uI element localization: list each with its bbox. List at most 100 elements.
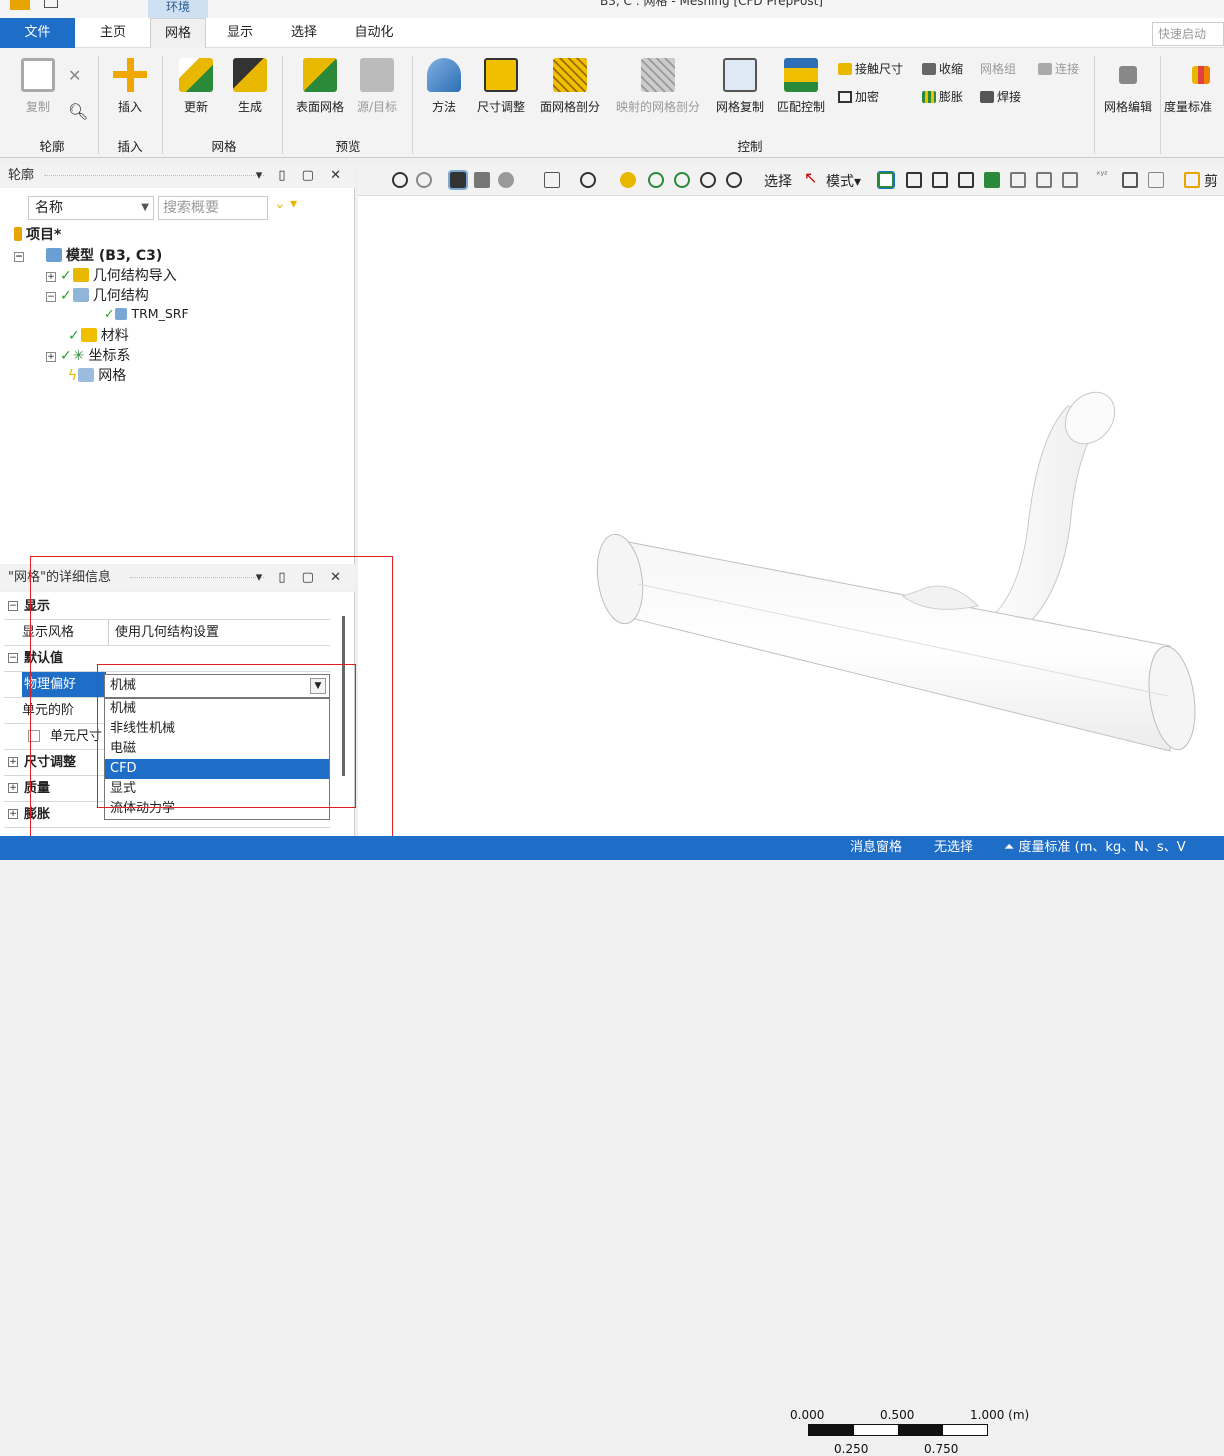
messages-pane-link[interactable]: 消息窗格	[850, 836, 902, 860]
match-control-icon	[784, 58, 818, 92]
update-button[interactable]: 更新	[174, 58, 218, 115]
units-status[interactable]: ⏶ 度量标准 (m、kg、N、s、V	[1004, 836, 1186, 860]
context-tab[interactable]: 环境	[148, 0, 208, 18]
group-label-insert: 插入	[117, 139, 143, 154]
tree-item-mesh[interactable]: ϟ 网格	[68, 365, 126, 385]
tab-display[interactable]: 显示	[214, 18, 266, 48]
tab-mesh[interactable]: 网格	[150, 18, 206, 49]
tree-item-project[interactable]: 项目*	[14, 224, 61, 244]
tab-automation[interactable]: 自动化	[342, 18, 406, 48]
fit-box-icon[interactable]	[544, 172, 560, 188]
model-geometry[interactable]	[358, 196, 1224, 836]
zoom-fit-icon[interactable]	[674, 172, 690, 188]
select-mesh-icon[interactable]	[1062, 172, 1078, 188]
select-element-face-icon[interactable]	[1010, 172, 1026, 188]
quick-launch-input[interactable]: 快速启动	[1152, 22, 1224, 46]
clipboard-icon[interactable]	[1184, 172, 1200, 188]
inflation-icon	[922, 91, 936, 103]
source-target-button[interactable]: 源/目标	[352, 58, 402, 115]
sizing-button[interactable]: 尺寸调整	[472, 58, 530, 115]
collapse-icon[interactable]: −	[46, 292, 56, 302]
inflation-button[interactable]: 膨胀	[922, 88, 963, 105]
outline-panel: 名称 ▼ 搜索概要 ⌄ ▾ 项目* − 模型 (B3, C3) + ✓ 几何结构导入 …	[0, 188, 355, 564]
pan-icon[interactable]	[620, 172, 636, 188]
tree-item-part[interactable]: ✓ TRM_SRF	[104, 306, 189, 321]
select-vertex-icon[interactable]	[877, 171, 895, 189]
weld-icon	[980, 91, 994, 103]
mesh-edit-button[interactable]: 网格编辑	[1100, 58, 1156, 115]
surface-mesh-button[interactable]: 表面网格	[290, 58, 350, 115]
search-options-icon[interactable]: ⌄ ▾	[274, 196, 297, 212]
expand-icon[interactable]: +	[8, 757, 18, 767]
mapped-face-button[interactable]: 映射的网格剖分	[610, 58, 706, 115]
select-edge-icon[interactable]	[906, 172, 922, 188]
select-body-icon[interactable]	[958, 172, 974, 188]
label-icon[interactable]	[1122, 172, 1138, 188]
name-filter-select[interactable]: 名称 ▼	[28, 196, 154, 220]
tree-item-materials[interactable]: ✓ 材料	[68, 325, 129, 345]
tab-home[interactable]: 主页	[86, 18, 140, 48]
group-label-mesh: 网格	[211, 139, 237, 154]
face-meshing-button[interactable]: 面网格剖分	[534, 58, 606, 115]
tree-item-model[interactable]: − 模型 (B3, C3)	[14, 245, 162, 265]
annotation-icon[interactable]	[1148, 172, 1164, 188]
view-cube-icon[interactable]	[498, 172, 514, 188]
panel-controls[interactable]: ▾ ▯ ▢ ✕	[256, 164, 347, 188]
app-icon	[10, 0, 30, 10]
refinement-button[interactable]: 加密	[838, 88, 879, 105]
select-face-icon[interactable]	[932, 172, 948, 188]
refinement-icon	[838, 91, 852, 103]
connect-button[interactable]: 连接	[1038, 60, 1079, 77]
clip-label[interactable]: 剪	[1204, 171, 1218, 191]
mesh-copy-icon	[723, 58, 757, 92]
zoom-in-icon[interactable]	[392, 172, 408, 188]
mode-dropdown[interactable]: 模式▾	[826, 171, 861, 191]
collapse-icon[interactable]: −	[14, 252, 24, 262]
match-control-button[interactable]: 匹配控制	[772, 58, 830, 115]
method-button[interactable]: 方法	[424, 58, 464, 115]
coordinates-icon[interactable]: ˣʸᶻ	[1096, 170, 1108, 181]
mesh-copy-button[interactable]: 网格复制	[710, 58, 770, 115]
tree-item-geometry[interactable]: − ✓ 几何结构	[46, 285, 149, 305]
outline-search-input[interactable]: 搜索概要	[158, 196, 268, 220]
search-icon[interactable]: 🔍︎	[68, 102, 88, 121]
graphics-viewport[interactable]: 0.000 0.500 1.000 (m) 0.250 0.750	[358, 196, 1224, 1456]
expand-icon[interactable]: +	[8, 809, 18, 819]
rotate-icon[interactable]	[580, 172, 596, 188]
zoom-out-icon[interactable]	[416, 172, 432, 188]
insert-button[interactable]: 插入	[108, 58, 152, 115]
zoom-box-icon[interactable]	[648, 172, 664, 188]
selection-status: 无选择	[934, 840, 974, 855]
zoom-selection-icon[interactable]	[726, 172, 742, 188]
contact-sizing-button[interactable]: 接触尺寸	[838, 60, 903, 77]
caret-up-icon: ⏶	[1004, 840, 1019, 855]
collapse-icon[interactable]: −	[8, 653, 18, 663]
quick-access-icon[interactable]	[44, 0, 58, 8]
shaded-cube-icon[interactable]	[474, 172, 490, 188]
expand-icon[interactable]: +	[8, 783, 18, 793]
check-icon: ✓	[60, 288, 72, 304]
tab-file[interactable]: 文件	[0, 18, 75, 48]
pinch-button[interactable]: 收缩	[922, 60, 963, 77]
weld-button[interactable]: 焊接	[980, 88, 1021, 105]
expand-icon[interactable]: +	[46, 352, 56, 362]
contact-sizing-icon	[838, 63, 852, 75]
collapse-icon[interactable]: −	[8, 601, 18, 611]
tree-item-coordinate-systems[interactable]: + ✓✳ 坐标系	[46, 345, 130, 365]
metric-button[interactable]: 度量标准	[1164, 58, 1224, 115]
solid-cube-icon[interactable]	[448, 170, 468, 190]
status-bar: 消息窗格 无选择 ⏶ 度量标准 (m、kg、N、s、V	[0, 836, 1224, 860]
tree-item-geometry-import[interactable]: + ✓ 几何结构导入	[46, 265, 177, 285]
expand-icon[interactable]: +	[46, 272, 56, 282]
check-icon: ✓	[104, 306, 115, 321]
close-icon[interactable]: ✕	[68, 66, 81, 85]
tab-select[interactable]: 选择	[278, 18, 330, 48]
select-label[interactable]: 选择	[764, 171, 792, 191]
select-element-icon[interactable]	[1036, 172, 1052, 188]
select-node-icon[interactable]	[984, 172, 1000, 188]
generate-button[interactable]: 生成	[228, 58, 272, 115]
select-cursor-icon[interactable]: ↖	[804, 168, 817, 187]
copy-button[interactable]: 复制	[14, 58, 62, 115]
mesh-group-button[interactable]: 网格组	[980, 60, 1016, 77]
zoom-fit-all-icon[interactable]	[700, 172, 716, 188]
